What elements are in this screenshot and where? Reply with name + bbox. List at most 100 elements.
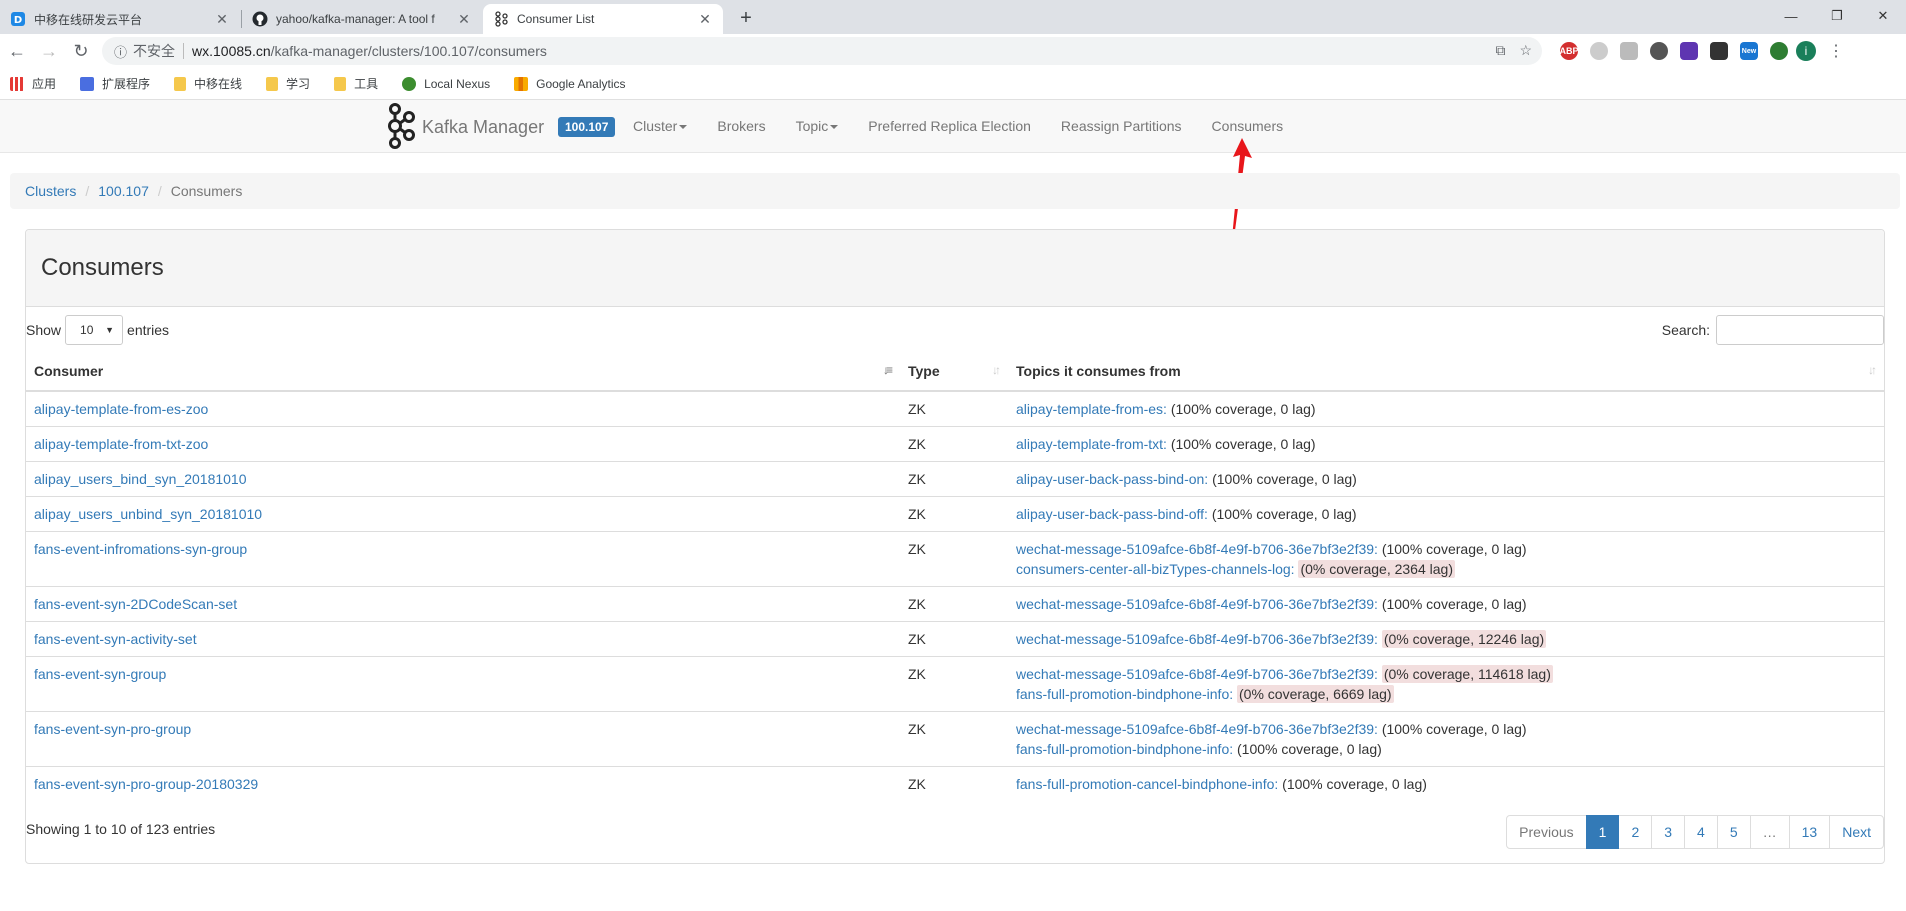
nav-reassign-partitions[interactable]: Reassign Partitions (1046, 100, 1197, 152)
coverage-lag-warning: (0% coverage, 12246 lag) (1381, 630, 1547, 648)
pagination-page[interactable]: 4 (1684, 815, 1718, 849)
extension-icons: ABP New (1560, 42, 1788, 60)
url-host: wx.10085.cn (192, 43, 271, 59)
column-header-topics[interactable]: Topics it consumes from ↓↑ (1008, 351, 1884, 392)
topic-link[interactable]: wechat-message-5109afce-6b8f-4e9f-b706-3… (1016, 541, 1378, 557)
topic-link[interactable]: fans-full-promotion-bindphone-info: (1016, 686, 1233, 702)
topic-link[interactable]: wechat-message-5109afce-6b8f-4e9f-b706-3… (1016, 721, 1378, 737)
close-icon[interactable]: ✕ (214, 11, 230, 28)
search-input[interactable] (1716, 315, 1884, 345)
pagination-previous[interactable]: Previous (1506, 815, 1587, 849)
bookmark-folder-study[interactable]: 学习 (266, 75, 310, 92)
extension-cube-icon[interactable] (1680, 42, 1698, 60)
pagination-page[interactable]: 1 (1585, 815, 1620, 849)
cluster-badge: 100.107 (558, 117, 616, 137)
column-header-consumer[interactable]: Consumer ↓≡ (26, 351, 900, 392)
info-icon[interactable]: ⓘ (114, 42, 127, 61)
consumer-link[interactable]: fans-event-syn-2DCodeScan-set (34, 596, 237, 612)
caret-down-icon (679, 125, 688, 130)
reload-icon[interactable]: ↻ (66, 36, 96, 66)
breadcrumb-clusters[interactable]: Clusters (25, 183, 76, 199)
bookmark-star-icon[interactable]: ☆ (1519, 42, 1532, 59)
topic-link[interactable]: fans-full-promotion-cancel-bindphone-inf… (1016, 776, 1278, 792)
consumer-link[interactable]: fans-event-syn-group (34, 666, 166, 682)
bookmark-extensions[interactable]: 扩展程序 (80, 75, 150, 92)
extension-gray-icon[interactable] (1590, 42, 1608, 60)
breadcrumb-separator: / (85, 183, 90, 199)
profile-avatar[interactable]: i (1796, 41, 1816, 61)
consumer-link[interactable]: fans-event-syn-pro-group-20180329 (34, 776, 258, 792)
consumer-link[interactable]: alipay_users_bind_syn_20181010 (34, 471, 247, 487)
bookmark-folder-zhongyi[interactable]: 中移在线 (174, 75, 242, 92)
topic-link[interactable]: alipay-template-from-es: (1016, 401, 1167, 417)
topic-link[interactable]: wechat-message-5109afce-6b8f-4e9f-b706-3… (1016, 666, 1378, 682)
cell-consumer: alipay_users_unbind_syn_20181010 (26, 496, 900, 532)
coverage-status: (100% coverage, 0 lag) (1212, 471, 1357, 487)
table-footer: Showing 1 to 10 of 123 entries Previous 1… (26, 801, 1884, 861)
consumer-link[interactable]: fans-event-syn-activity-set (34, 631, 197, 647)
security-label: 不安全 (133, 43, 176, 59)
back-arrow-icon[interactable]: ← (2, 36, 32, 66)
cell-type: ZK (900, 390, 1008, 427)
consumer-link[interactable]: fans-event-syn-pro-group (34, 721, 191, 737)
close-icon[interactable]: ✕ (456, 11, 472, 28)
cell-type: ZK (900, 656, 1008, 712)
close-window-icon[interactable]: ✕ (1860, 4, 1906, 28)
table-row: alipay_users_bind_syn_20181010 ZK alipay-u… (26, 461, 1884, 497)
consumer-link[interactable]: alipay-template-from-es-zoo (34, 401, 208, 417)
table-row: alipay_users_unbind_syn_20181010 ZK alipay… (26, 496, 1884, 532)
browser-tab-2-active[interactable]: Consumer List ✕ (483, 4, 723, 34)
topic-link[interactable]: consumers-center-all-bizTypes-channels-l… (1016, 561, 1295, 577)
adblock-icon[interactable]: ABP (1560, 42, 1579, 60)
table-info: Showing 1 to 10 of 123 entries (26, 821, 216, 837)
browser-tab-0[interactable]: D 中移在线研发云平台 ✕ (0, 4, 240, 34)
dropdown-arrow-icon: ▼ (105, 325, 115, 335)
topic-link[interactable]: wechat-message-5109afce-6b8f-4e9f-b706-3… (1016, 596, 1378, 612)
evernote-icon[interactable] (1770, 42, 1788, 60)
folder-icon (334, 76, 347, 91)
browser-tab-1[interactable]: yahoo/kafka-manager: A tool f ✕ (242, 4, 482, 34)
extension-globe-icon[interactable] (1650, 42, 1668, 60)
tab-title: 中移在线研发云平台 (34, 12, 143, 27)
nav-topic[interactable]: Topic (781, 100, 854, 152)
translate-icon[interactable]: ⧉ (1495, 42, 1505, 59)
more-menu-icon[interactable]: ⋮ (1828, 41, 1844, 61)
cell-type: ZK (900, 496, 1008, 532)
nav-cluster[interactable]: Cluster (618, 100, 702, 152)
new-tab-button[interactable]: + (732, 4, 760, 32)
pagination-next[interactable]: Next (1829, 815, 1884, 849)
topic-link[interactable]: wechat-message-5109afce-6b8f-4e9f-b706-3… (1016, 631, 1378, 647)
bookmark-local-nexus[interactable]: Local Nexus (402, 76, 490, 91)
bookmark-folder-tools[interactable]: 工具 (334, 75, 378, 92)
topic-link[interactable]: alipay-user-back-pass-bind-on: (1016, 471, 1208, 487)
pagination-page[interactable]: 2 (1618, 815, 1653, 849)
pagination-page[interactable]: 3 (1651, 815, 1686, 849)
restore-icon[interactable]: ❐ (1814, 4, 1860, 28)
forward-arrow-icon[interactable]: → (34, 36, 64, 66)
extension-tree-icon[interactable] (1620, 42, 1638, 60)
address-bar[interactable]: ⓘ 不安全 wx.10085.cn/kafka-manager/clusters… (102, 37, 1542, 65)
consumer-link[interactable]: fans-event-infromations-syn-group (34, 541, 247, 557)
nav-brokers[interactable]: Brokers (702, 100, 780, 152)
page-length-select[interactable]: 10 ▼ (65, 315, 124, 345)
pagination-page[interactable]: 13 (1788, 815, 1831, 849)
bookmark-google-analytics[interactable]: Google Analytics (514, 76, 626, 91)
consumer-link[interactable]: alipay-template-from-txt-zoo (34, 436, 208, 452)
extension-chart-icon[interactable] (1710, 42, 1728, 60)
page-length-control: Show 10 ▼ entries (26, 315, 169, 345)
close-icon[interactable]: ✕ (697, 11, 713, 28)
consumer-link[interactable]: alipay_users_unbind_syn_20181010 (34, 506, 262, 522)
bookmark-apps[interactable]: 应用 (10, 75, 56, 92)
pagination-page[interactable]: 5 (1716, 815, 1751, 849)
brand[interactable]: Kafka Manager (386, 102, 544, 152)
extension-new-icon[interactable]: New (1740, 42, 1758, 60)
topic-link[interactable]: fans-full-promotion-bindphone-info: (1016, 741, 1233, 757)
breadcrumb-cluster[interactable]: 100.107 (98, 183, 149, 199)
minimize-icon[interactable]: — (1768, 4, 1814, 28)
topic-link[interactable]: alipay-user-back-pass-bind-off: (1016, 506, 1208, 522)
nav-preferred-replica-election[interactable]: Preferred Replica Election (853, 100, 1046, 152)
table-row: alipay-template-from-txt-zoo ZK alipay-tem… (26, 426, 1884, 462)
tab-title: yahoo/kafka-manager: A tool f (276, 12, 435, 26)
column-header-type[interactable]: Type ↓↑ (900, 351, 1008, 392)
topic-link[interactable]: alipay-template-from-txt: (1016, 436, 1167, 452)
